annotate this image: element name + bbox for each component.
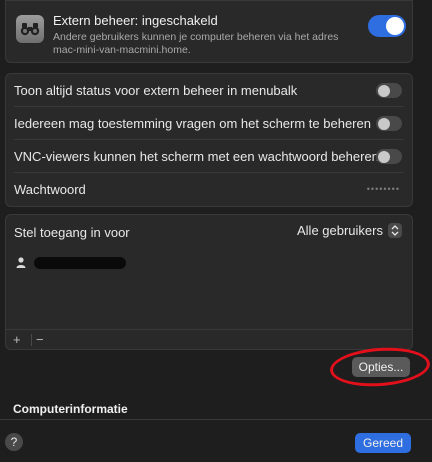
settings-row-password: Wachtwoord •••••••• xyxy=(6,173,412,206)
add-button[interactable]: + xyxy=(13,332,21,347)
remote-management-subtitle: Andere gebruikers kunnen je computer beh… xyxy=(53,31,339,56)
divider xyxy=(31,334,32,346)
red-circle-annotation xyxy=(328,344,432,390)
toggle-knob xyxy=(386,17,404,35)
access-title: Stel toegang in voor xyxy=(14,225,130,240)
done-button[interactable]: Gereed xyxy=(355,433,411,453)
settings-row-label: Toon altijd status voor extern beheer in… xyxy=(14,83,298,98)
settings-list: Toon altijd status voor extern beheer in… xyxy=(5,73,413,207)
settings-row-menubar-status: Toon altijd status voor extern beheer in… xyxy=(6,74,412,107)
password-label: Wachtwoord xyxy=(14,182,86,197)
list-footer: + − xyxy=(6,329,412,349)
computer-info-title: Computerinformatie xyxy=(13,402,128,416)
menubar-status-toggle[interactable] xyxy=(376,83,402,98)
help-button[interactable]: ? xyxy=(5,433,23,451)
divider xyxy=(0,419,432,420)
remote-management-toggle[interactable] xyxy=(368,15,406,37)
password-field[interactable]: •••••••• xyxy=(367,184,400,194)
access-select-value: Alle gebruikers xyxy=(297,223,383,238)
remote-management-title: Extern beheer: ingeschakeld xyxy=(53,13,218,28)
toggle-knob xyxy=(377,117,390,130)
settings-row-vnc-password: VNC-viewers kunnen het scherm met een wa… xyxy=(6,140,412,173)
access-panel: Stel toegang in voor Alle gebruikers + − xyxy=(5,214,413,350)
redacted-username xyxy=(34,257,126,269)
remove-button[interactable]: − xyxy=(36,332,44,347)
settings-row-label: VNC-viewers kunnen het scherm met een wa… xyxy=(14,149,379,164)
request-permission-toggle[interactable] xyxy=(376,116,402,131)
settings-row-label: Iedereen mag toestemming vragen om het s… xyxy=(14,116,371,131)
chevron-up-down-icon xyxy=(388,223,402,238)
person-icon xyxy=(16,256,26,271)
toggle-knob xyxy=(377,150,390,163)
settings-row-request-permission: Iedereen mag toestemming vragen om het s… xyxy=(6,107,412,140)
toggle-knob xyxy=(377,84,390,97)
remote-management-header: Extern beheer: ingeschakeld Andere gebru… xyxy=(5,0,413,63)
binoculars-icon xyxy=(16,15,44,43)
vnc-password-toggle[interactable] xyxy=(376,149,402,164)
access-select[interactable]: Alle gebruikers xyxy=(297,223,402,238)
user-list-item[interactable] xyxy=(16,255,126,271)
